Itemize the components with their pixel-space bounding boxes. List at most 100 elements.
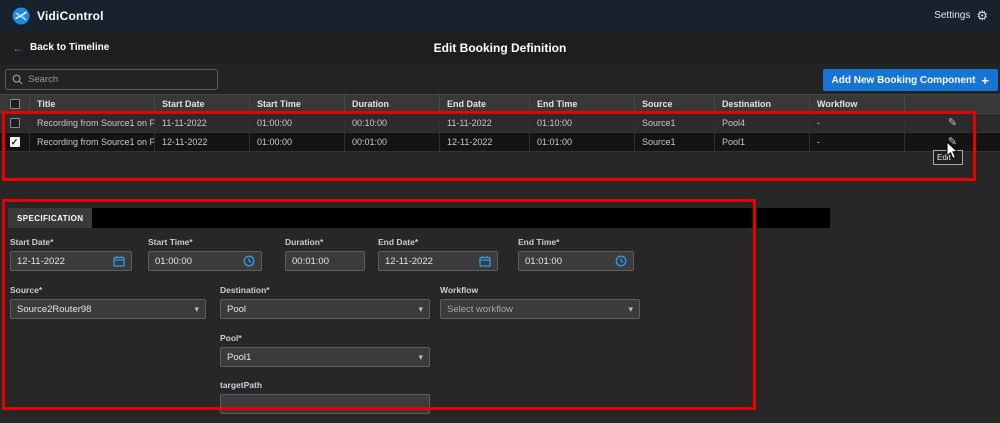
search-box[interactable] [5, 69, 218, 90]
table-row-selected[interactable]: ✓ Recording from Source1 on Pool1 12-11-… [0, 133, 1000, 152]
target-path-field: targetPath [220, 380, 430, 414]
workflow-dropdown[interactable]: Select workflow ▾ [440, 299, 640, 319]
back-to-timeline-link[interactable]: ← Back to Timeline [12, 31, 109, 64]
calendar-icon[interactable] [113, 255, 125, 267]
app-brand[interactable]: VidiControl [12, 7, 104, 25]
edit-pencil-icon[interactable]: ✎ [948, 118, 957, 129]
cell-actions: ✎ [905, 114, 1000, 132]
pool-dropdown[interactable]: Pool1 ▾ [220, 347, 430, 367]
settings-label: Settings [934, 10, 970, 21]
cell-start-date: 12-11-2022 [155, 133, 250, 151]
clock-icon[interactable] [615, 255, 627, 267]
select-all-cell: ✓ [0, 95, 30, 113]
destination-label: Destination* [220, 285, 430, 295]
end-time-label: End Time* [518, 237, 634, 247]
row-checkbox-cell: ✓ [0, 133, 30, 151]
cell-end-time: 01:01:00 [530, 133, 635, 151]
col-start-time[interactable]: Start Time [250, 95, 345, 113]
start-date-input[interactable]: 12-11-2022 [10, 251, 132, 271]
destination-field: Destination* Pool ▾ [220, 285, 430, 319]
table-row[interactable]: ✓ Recording from Source1 on Pool4 11-11-… [0, 114, 1000, 133]
row-checkbox[interactable]: ✓ [10, 137, 20, 147]
cell-actions: ✎ [905, 133, 1000, 151]
clock-icon[interactable] [243, 255, 255, 267]
cell-end-time: 01:10:00 [530, 114, 635, 132]
cell-workflow: - [810, 114, 905, 132]
col-workflow[interactable]: Workflow [810, 95, 905, 113]
plus-icon: + [981, 74, 989, 87]
col-start-date[interactable]: Start Date [155, 95, 250, 113]
cell-source: Source1 [635, 114, 715, 132]
target-path-input[interactable] [220, 394, 430, 414]
calendar-icon[interactable] [479, 255, 491, 267]
duration-field: Duration* 00:01:00 [285, 237, 365, 271]
top-bar: VidiControl Settings ⚙ [0, 0, 1000, 31]
source-label: Source* [10, 285, 206, 295]
destination-value: Pool [227, 304, 414, 315]
settings-link[interactable]: Settings ⚙ [934, 9, 988, 22]
cell-start-date: 11-11-2022 [155, 114, 250, 132]
col-destination[interactable]: Destination [715, 95, 810, 113]
end-date-value: 12-11-2022 [385, 256, 475, 267]
cell-title: Recording from Source1 on Pool4 [30, 114, 155, 132]
search-icon [12, 74, 23, 85]
table-header-row: ✓ Title Start Date Start Time Duration E… [0, 94, 1000, 114]
vidicontrol-logo-icon [12, 7, 30, 25]
col-title[interactable]: Title [30, 95, 155, 113]
end-date-input[interactable]: 12-11-2022 [378, 251, 498, 271]
back-arrow-icon: ← [12, 41, 24, 55]
cell-source: Source1 [635, 133, 715, 151]
add-booking-component-button[interactable]: Add New Booking Component + [823, 69, 998, 91]
start-time-field: Start Time* 01:00:00 [148, 237, 262, 271]
cell-start-time: 01:00:00 [250, 133, 345, 151]
col-end-date[interactable]: End Date [440, 95, 530, 113]
chevron-down-icon: ▾ [418, 353, 423, 362]
cell-duration: 00:01:00 [345, 133, 440, 151]
gear-icon[interactable]: ⚙ [976, 9, 988, 22]
edit-tooltip: Edit [933, 150, 963, 165]
start-date-label: Start Date* [10, 237, 132, 247]
select-all-checkbox[interactable]: ✓ [10, 99, 20, 109]
app-title: VidiControl [37, 9, 104, 23]
start-time-value: 01:00:00 [155, 256, 239, 267]
search-input[interactable] [28, 74, 211, 85]
tab-specification[interactable]: SPECIFICATION [8, 208, 92, 228]
start-date-value: 12-11-2022 [17, 256, 109, 267]
row-checkbox-cell: ✓ [0, 114, 30, 132]
start-date-field: Start Date* 12-11-2022 [10, 237, 132, 271]
chevron-down-icon: ▾ [194, 305, 199, 314]
cell-title: Recording from Source1 on Pool1 [30, 133, 155, 151]
col-end-time[interactable]: End Time [530, 95, 635, 113]
cell-end-date: 12-11-2022 [440, 133, 530, 151]
cell-destination: Pool4 [715, 114, 810, 132]
chevron-down-icon: ▾ [628, 305, 633, 314]
pool-value: Pool1 [227, 352, 414, 363]
row-checkbox[interactable]: ✓ [10, 118, 20, 128]
back-label: Back to Timeline [30, 42, 109, 53]
cell-workflow: - [810, 133, 905, 151]
toolbar: Add New Booking Component + [0, 64, 1000, 94]
workflow-field: Workflow Select workflow ▾ [440, 285, 640, 319]
destination-dropdown[interactable]: Pool ▾ [220, 299, 430, 319]
end-date-label: End Date* [378, 237, 498, 247]
edit-pencil-icon[interactable]: ✎ [948, 137, 957, 148]
start-time-input[interactable]: 01:00:00 [148, 251, 262, 271]
end-time-value: 01:01:00 [525, 256, 611, 267]
bookings-table: ✓ Title Start Date Start Time Duration E… [0, 94, 1000, 152]
end-time-input[interactable]: 01:01:00 [518, 251, 634, 271]
add-button-label: Add New Booking Component [832, 75, 976, 86]
chevron-down-icon: ▾ [418, 305, 423, 314]
duration-value: 00:01:00 [292, 256, 358, 267]
source-field: Source* Source2Router98 ▾ [10, 285, 206, 319]
pool-field: Pool* Pool1 ▾ [220, 333, 430, 367]
cell-destination: Pool1 [715, 133, 810, 151]
duration-input[interactable]: 00:01:00 [285, 251, 365, 271]
col-source[interactable]: Source [635, 95, 715, 113]
app-window: VidiControl Settings ⚙ ← Back to Timelin… [0, 0, 1000, 423]
workflow-value: Select workflow [447, 304, 624, 315]
nav-bar: ← Back to Timeline Edit Booking Definiti… [0, 31, 1000, 64]
cell-start-time: 01:00:00 [250, 114, 345, 132]
tab-bar: SPECIFICATION [8, 208, 830, 228]
col-duration[interactable]: Duration [345, 95, 440, 113]
source-dropdown[interactable]: Source2Router98 ▾ [10, 299, 206, 319]
